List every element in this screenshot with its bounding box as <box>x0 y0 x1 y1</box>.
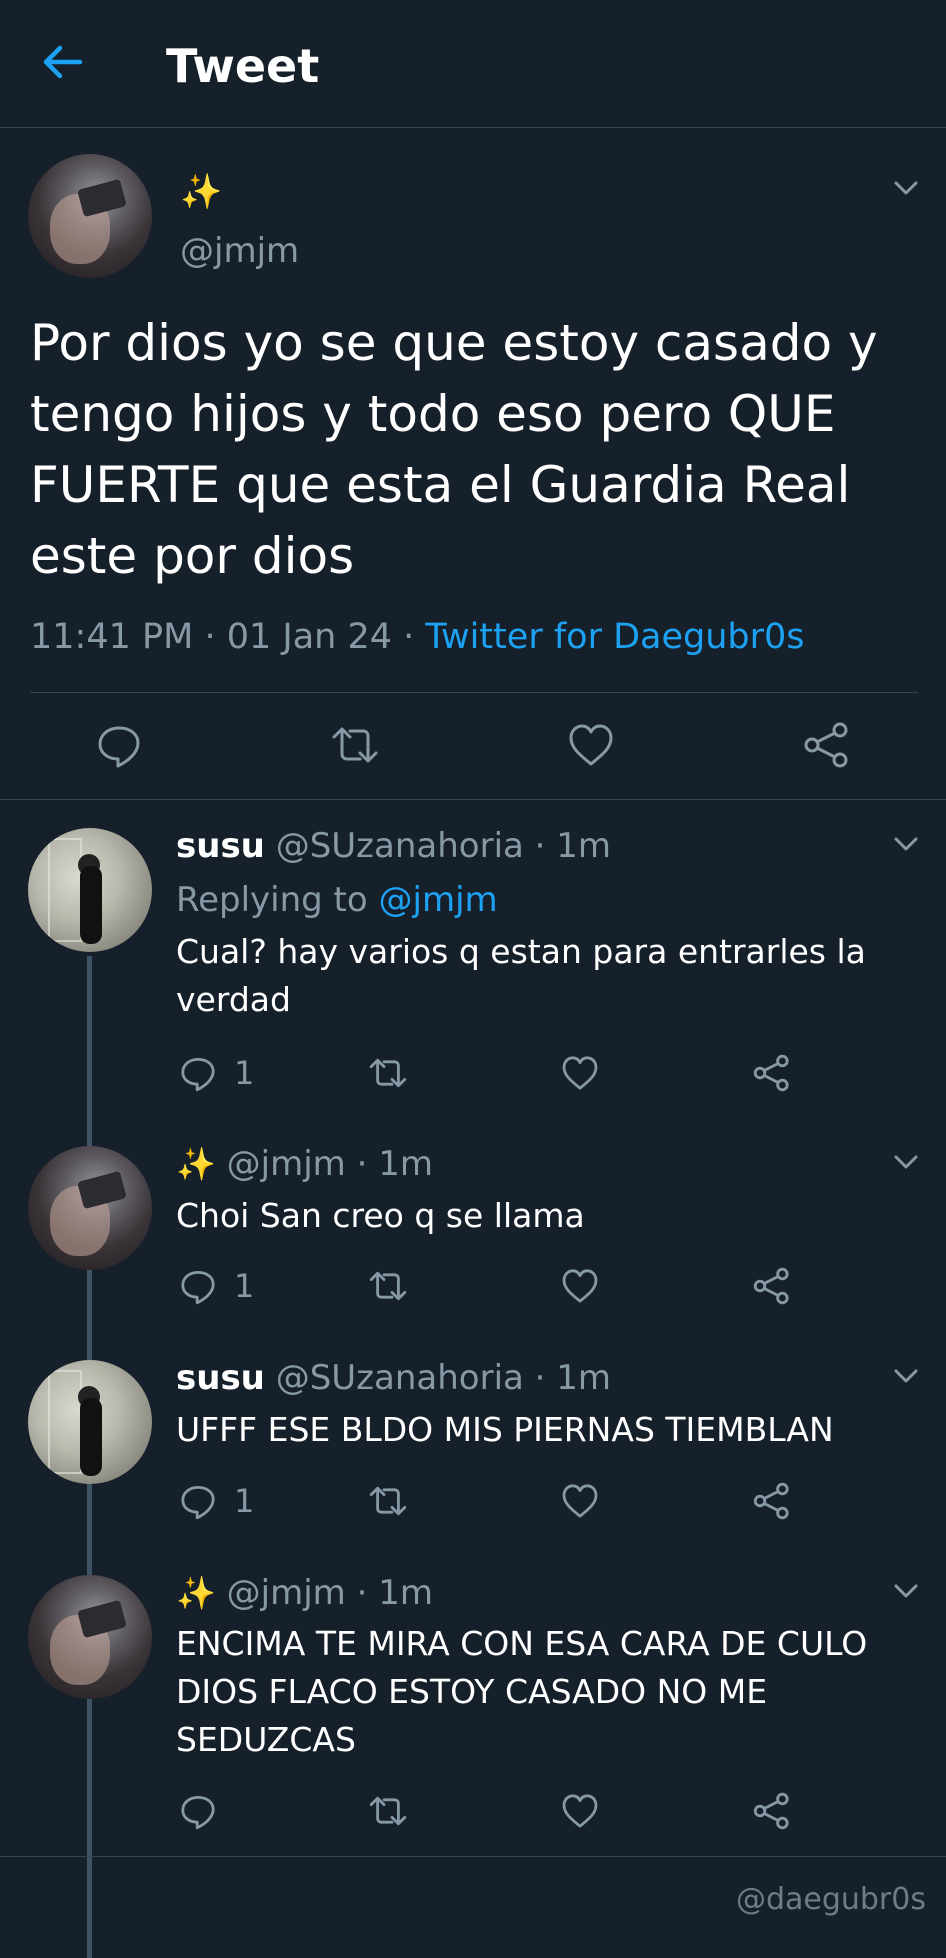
reply-time: · 1m <box>534 1358 612 1398</box>
reply-time: · 1m <box>534 826 612 866</box>
divider <box>0 1856 946 1857</box>
reply-header: ✨ @jmjm · 1m <box>176 1571 433 1615</box>
reply-button[interactable] <box>178 1791 218 1831</box>
back-button[interactable] <box>40 40 84 84</box>
tweet-text: Por dios yo se que estoy casado y tengo … <box>30 314 878 585</box>
like-icon <box>569 724 613 766</box>
share-icon <box>804 722 848 768</box>
reply-menu-button[interactable] <box>888 1144 924 1180</box>
share-icon <box>753 1267 789 1305</box>
reply-icon <box>181 1271 215 1305</box>
back-arrow-icon <box>43 45 83 79</box>
reply-text: Cual? hay varios q estan para entrarles … <box>176 932 866 1019</box>
reply-menu-button[interactable] <box>888 1573 924 1609</box>
retweet-button[interactable] <box>368 1481 408 1521</box>
share-icon <box>753 1792 789 1830</box>
tweet-time: 11:41 PM <box>30 617 194 657</box>
retweet-icon <box>369 1796 407 1826</box>
avatar[interactable] <box>28 1146 152 1270</box>
avatar[interactable] <box>28 1360 152 1484</box>
chevron-down-icon <box>894 1369 918 1383</box>
reply-text: ENCIMA TE MIRA CON ESA CARA DE CULO DIOS… <box>176 1624 868 1759</box>
reply-button[interactable] <box>94 720 144 770</box>
reply-text: Choi San creo q se llama <box>176 1196 585 1235</box>
retweet-icon <box>369 1058 407 1088</box>
share-button[interactable] <box>752 1481 792 1521</box>
reply-icon <box>98 726 140 768</box>
reply-author-name[interactable]: ✨ <box>176 1574 216 1612</box>
share-icon <box>753 1482 789 1520</box>
divider <box>30 692 918 693</box>
tweet-menu-button[interactable] <box>888 170 924 206</box>
divider <box>0 799 946 800</box>
reply-button[interactable] <box>178 1266 218 1306</box>
retweet-button[interactable] <box>368 1791 408 1831</box>
reply-author-handle[interactable]: @SUzanahoria <box>276 826 524 866</box>
reply-count: 1 <box>234 1482 255 1520</box>
reply-icon <box>181 1486 215 1520</box>
page-title: Tweet <box>166 39 320 93</box>
tweet-date: 01 Jan 24 <box>226 617 392 657</box>
reply-button[interactable] <box>178 1481 218 1521</box>
watermark: @daegubr0s <box>735 1882 926 1917</box>
display-name[interactable]: ✨ <box>180 172 222 212</box>
reply-header: susu @SUzanahoria · 1m <box>176 1356 611 1400</box>
share-button[interactable] <box>752 1266 792 1306</box>
replying-to: Replying to @jmjm <box>176 880 498 920</box>
reply-author-name[interactable]: susu <box>176 826 265 866</box>
retweet-button[interactable] <box>368 1053 408 1093</box>
chevron-down-icon <box>894 181 918 195</box>
retweet-icon <box>369 1486 407 1516</box>
share-button[interactable] <box>802 720 852 770</box>
like-icon <box>562 1056 598 1090</box>
reply-author-handle[interactable]: @jmjm <box>227 1144 346 1184</box>
like-button[interactable] <box>566 720 616 770</box>
share-button[interactable] <box>752 1053 792 1093</box>
retweet-icon <box>369 1271 407 1301</box>
reply-icon <box>181 1058 215 1092</box>
like-button[interactable] <box>560 1481 600 1521</box>
like-button[interactable] <box>560 1266 600 1306</box>
avatar[interactable] <box>28 828 152 952</box>
reply-header: susu @SUzanahoria · 1m <box>176 824 611 868</box>
avatar[interactable] <box>28 1575 152 1699</box>
chevron-down-icon <box>894 837 918 851</box>
like-button[interactable] <box>560 1791 600 1831</box>
avatar[interactable] <box>28 154 152 278</box>
reply-menu-button[interactable] <box>888 1358 924 1394</box>
reply-count: 1 <box>234 1267 255 1305</box>
reply-text: UFFF ESE BLDO MIS PIERNAS TIEMBLAN <box>176 1410 834 1449</box>
like-icon <box>562 1269 598 1303</box>
reply-author-handle[interactable]: @SUzanahoria <box>276 1358 524 1398</box>
reply-time: · 1m <box>356 1573 433 1613</box>
reply-menu-button[interactable] <box>888 826 924 862</box>
like-button[interactable] <box>560 1053 600 1093</box>
header-bar: Tweet <box>0 0 946 128</box>
user-handle[interactable]: @jmjm <box>180 230 299 272</box>
share-icon <box>753 1054 789 1092</box>
reply-author-name[interactable]: ✨ <box>176 1145 216 1183</box>
chevron-down-icon <box>894 1584 918 1598</box>
reply-author-handle[interactable]: @jmjm <box>227 1573 346 1613</box>
retweet-button[interactable] <box>330 720 380 770</box>
tweet-source-link[interactable]: Twitter for Daegubr0s <box>425 617 804 657</box>
share-button[interactable] <box>752 1791 792 1831</box>
retweet-icon <box>332 727 378 763</box>
retweet-button[interactable] <box>368 1266 408 1306</box>
reply-time: · 1m <box>356 1144 433 1184</box>
chevron-down-icon <box>894 1155 918 1169</box>
reply-icon <box>181 1796 215 1830</box>
reply-button[interactable] <box>178 1053 218 1093</box>
reply-count: 1 <box>234 1054 255 1092</box>
like-icon <box>562 1794 598 1828</box>
reply-author-name[interactable]: susu <box>176 1358 265 1398</box>
replying-to-link[interactable]: @jmjm <box>379 880 498 920</box>
reply-header: ✨ @jmjm · 1m <box>176 1142 433 1186</box>
tweet-meta: 11:41 PM · 01 Jan 24 · Twitter for Daegu… <box>30 617 805 657</box>
like-icon <box>562 1484 598 1518</box>
